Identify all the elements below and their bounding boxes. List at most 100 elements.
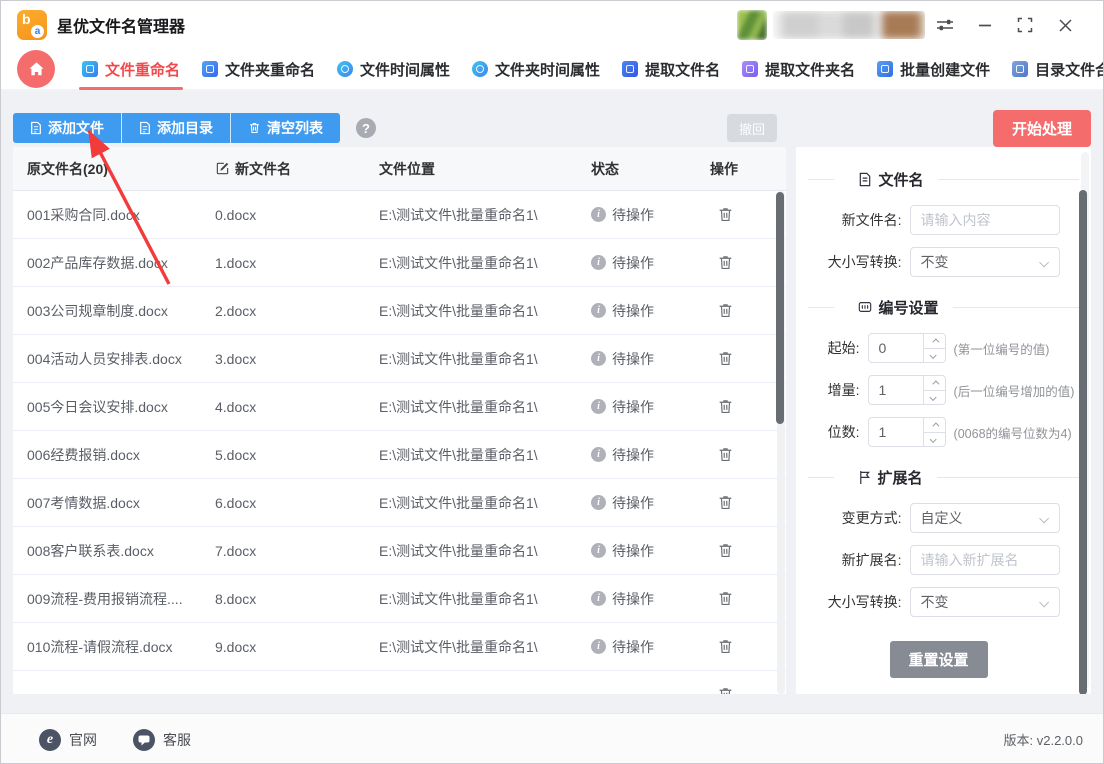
panel-scrollbar-track[interactable] (1079, 152, 1089, 694)
tab-merge-extract[interactable]: 目录文件合并/提取 (1001, 48, 1103, 90)
info-icon: i (591, 399, 606, 414)
status-text: 待操作 (612, 398, 654, 415)
clear-list-button[interactable]: 清空列表 (230, 113, 340, 143)
delete-row-button[interactable] (715, 492, 786, 513)
header-new-name[interactable]: 新文件名 (215, 159, 379, 179)
table-scrollbar-thumb[interactable] (775, 192, 784, 424)
close-button[interactable] (1045, 8, 1085, 42)
start-process-button[interactable]: 开始处理 (993, 109, 1091, 147)
delete-row-button[interactable] (715, 252, 786, 273)
original-filename-cell: 009流程-费用报销流程.... (27, 590, 183, 607)
extract-filename-icon (622, 61, 639, 77)
header-original-name[interactable]: 原文件名(20) (27, 159, 215, 179)
user-avatar[interactable] (737, 10, 767, 40)
tab-folder-rename[interactable]: 文件夹重命名 (191, 48, 326, 90)
reset-settings-button[interactable]: 重置设置 (889, 641, 988, 678)
original-filename-cell: 001采购合同.docx (27, 206, 140, 223)
tab-extract-foldername[interactable]: 提取文件夹名 (731, 48, 866, 90)
file-time-icon (337, 61, 354, 77)
filename-case-row: 大小写转换: 不变 (810, 247, 1091, 277)
trash-icon (719, 304, 732, 318)
table-row[interactable]: i (13, 671, 786, 694)
new-extension-input[interactable] (909, 545, 1060, 575)
delete-row-button[interactable] (715, 396, 786, 417)
trash-icon (719, 688, 732, 694)
table-row[interactable]: 008客户联系表.docx 7.docx E:\测试文件\批量重命名1\ i 待… (13, 527, 786, 575)
trash-icon (250, 123, 259, 133)
panel-scrollbar-thumb[interactable] (1079, 190, 1087, 694)
tab-file-rename[interactable]: 文件重命名 (71, 48, 191, 90)
table-row[interactable]: 004活动人员安排表.docx 3.docx E:\测试文件\批量重命名1\ i… (13, 335, 786, 383)
increment-icon[interactable] (923, 376, 945, 391)
delete-row-button[interactable] (715, 204, 786, 225)
original-filename-cell: 006经费报销.docx (27, 446, 140, 463)
status-cell: i 待操作 (591, 301, 701, 321)
decrement-icon[interactable] (924, 433, 945, 447)
minimize-button[interactable] (965, 8, 1005, 42)
table-row[interactable]: 010流程-请假流程.docx 9.docx E:\测试文件\批量重命名1\ i… (13, 623, 786, 671)
delete-row-button[interactable] (715, 684, 786, 694)
increment-input[interactable] (868, 376, 923, 404)
status-text: 待操作 (612, 590, 654, 607)
tab-extract-filename[interactable]: 提取文件名 (611, 48, 731, 90)
official-site-link[interactable]: e 官网 (39, 728, 97, 751)
filename-case-select[interactable]: 不变 (909, 247, 1060, 277)
customer-service-link[interactable]: 客服 (133, 728, 191, 751)
change-mode-select[interactable]: 自定义 (909, 503, 1060, 533)
original-filename-cell: 005今日会议安排.docx (27, 398, 168, 415)
status-cell: i 待操作 (591, 493, 701, 513)
table-scrollbar-track[interactable] (775, 191, 785, 694)
file-table: 原文件名(20) 新文件名 文件位置 状态 操作 001采购合同.docx 0.… (13, 147, 786, 694)
increment-icon[interactable] (923, 418, 945, 433)
undo-button[interactable]: 撤回 (727, 114, 777, 142)
delete-row-button[interactable] (715, 588, 786, 609)
tab-file-time[interactable]: 文件时间属性 (326, 48, 461, 90)
table-row[interactable]: 009流程-费用报销流程.... 8.docx E:\测试文件\批量重命名1\ … (13, 575, 786, 623)
delete-row-button[interactable] (715, 300, 786, 321)
chevron-down-icon (1038, 597, 1049, 607)
home-button[interactable] (17, 50, 55, 88)
header-action[interactable]: 操作 (710, 159, 786, 179)
decrement-icon[interactable] (924, 391, 945, 405)
extension-case-select[interactable]: 不变 (909, 587, 1060, 617)
table-row[interactable]: 005今日会议安排.docx 4.docx E:\测试文件\批量重命名1\ i … (13, 383, 786, 431)
table-row[interactable]: 002产品库存数据.docx 1.docx E:\测试文件\批量重命名1\ i … (13, 239, 786, 287)
change-mode-row: 变更方式: 自定义 (810, 503, 1091, 533)
file-path-cell: E:\测试文件\批量重命名1\ (379, 638, 538, 655)
header-status[interactable]: 状态 (591, 159, 701, 179)
table-row[interactable]: 003公司规章制度.docx 2.docx E:\测试文件\批量重命名1\ i … (13, 287, 786, 335)
new-filename-row: 新文件名: (810, 205, 1091, 235)
tab-folder-time[interactable]: 文件夹时间属性 (461, 48, 611, 90)
decrement-icon[interactable] (924, 349, 945, 363)
header-file-path[interactable]: 文件位置 (379, 159, 591, 179)
increment-icon[interactable] (923, 334, 945, 349)
info-icon: i (591, 207, 606, 222)
new-filename-input[interactable] (909, 205, 1060, 235)
add-folder-button[interactable]: 添加目录 (121, 113, 230, 143)
table-row[interactable]: 001采购合同.docx 0.docx E:\测试文件\批量重命名1\ i 待操… (13, 191, 786, 239)
maximize-button[interactable] (1005, 8, 1045, 42)
add-file-button[interactable]: 添加文件 (13, 113, 121, 143)
delete-row-button[interactable] (715, 636, 786, 657)
original-filename-cell: 010流程-请假流程.docx (27, 638, 173, 655)
original-filename-cell: 007考情数据.docx (27, 494, 140, 511)
start-number-input[interactable] (868, 334, 923, 362)
new-filename-cell: 6.docx (215, 494, 257, 511)
table-row[interactable]: 007考情数据.docx 6.docx E:\测试文件\批量重命名1\ i 待操… (13, 479, 786, 527)
info-icon: i (591, 543, 606, 558)
status-text: 待操作 (612, 638, 654, 655)
settings-sliders-icon[interactable] (925, 8, 965, 42)
extract-foldername-icon (742, 61, 759, 77)
tab-batch-create[interactable]: 批量创建文件 (866, 48, 1001, 90)
table-row[interactable]: 006经费报销.docx 5.docx E:\测试文件\批量重命名1\ i 待操… (13, 431, 786, 479)
flag-icon (859, 470, 870, 484)
digits-input[interactable] (868, 418, 923, 446)
delete-row-button[interactable] (715, 540, 786, 561)
info-icon: i (591, 639, 606, 654)
delete-row-button[interactable] (715, 348, 786, 369)
tab-list: 文件重命名 文件夹重命名 文件时间属性 文件夹时间属性 提取文件名 提取文件夹名… (71, 48, 1103, 90)
help-icon[interactable]: ? (356, 118, 376, 138)
delete-row-button[interactable] (715, 444, 786, 465)
status-text: 待操作 (612, 206, 654, 223)
settings-panel: 文件名 新文件名: 大小写转换: 不变 编号设 (795, 147, 1091, 694)
